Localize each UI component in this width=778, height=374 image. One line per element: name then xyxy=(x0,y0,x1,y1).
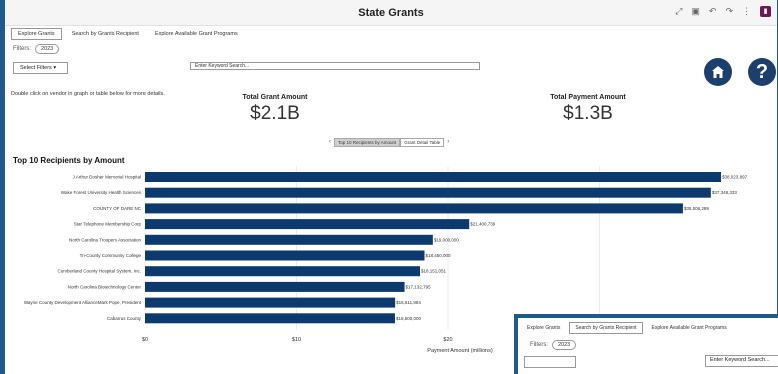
category-label: Wake Forest University Health Sciences xyxy=(61,190,142,195)
category-label: North Carolina Biotechnology Center xyxy=(68,284,142,289)
bar-value-label: $17,132,795 xyxy=(406,284,432,289)
overlay-year-pill[interactable]: 2023 xyxy=(552,340,577,350)
bar xyxy=(145,266,420,277)
bar xyxy=(145,234,433,245)
bar xyxy=(145,172,722,182)
category-label: Wayne County Development AllianceMark Po… xyxy=(24,300,142,305)
overlay-filters-row: Filters: 2023 xyxy=(530,340,577,350)
bar-value-label: $38,023,897 xyxy=(722,175,748,180)
x-axis-title: Payment Amount (millions) xyxy=(427,348,493,354)
overlay-tab-explore-programs[interactable]: Explore Available Grant Programs xyxy=(647,323,732,333)
overlay-tabs: Explore Grants Search by Grants Recipien… xyxy=(522,322,732,334)
bar-value-label: $35,506,289 xyxy=(684,206,710,211)
overlay-tab-explore-grants[interactable]: Explore Grants xyxy=(522,323,565,333)
bar xyxy=(145,281,405,292)
bar-value-label: $16,511,884 xyxy=(396,300,421,305)
x-tick-label: $20 xyxy=(443,337,452,343)
category-label: Cabarrus County xyxy=(107,316,142,321)
overlay-window: Explore Grants Search by Grants Recipien… xyxy=(514,314,778,374)
overlay-keyword-search-input[interactable]: Enter Keyword Search... xyxy=(705,355,778,367)
bar xyxy=(145,187,711,198)
category-label: COUNTY OF DARE NC xyxy=(93,206,142,211)
overlay-panel: Explore Grants Search by Grants Recipien… xyxy=(518,318,778,374)
overlay-tab-search-by-recipient[interactable]: Search by Grants Recipient xyxy=(569,322,643,334)
x-tick-label: $0 xyxy=(142,337,148,343)
category-label: Tri-County Community College xyxy=(80,253,142,258)
category-label: North Carolina Troopers Association xyxy=(69,237,142,242)
bar-value-label: $18,151,051 xyxy=(421,269,447,274)
bar xyxy=(145,297,396,308)
category-label: Cumberland County Hospital System, Inc. xyxy=(57,269,141,274)
bar-value-label: $18,450,000 xyxy=(426,253,452,258)
bar xyxy=(145,219,470,230)
bar-value-label: $16,500,000 xyxy=(396,316,422,321)
bar xyxy=(145,203,683,214)
category-label: Star Telephone Membership Corp xyxy=(74,222,142,227)
overlay-filters-label: Filters: xyxy=(530,342,548,348)
bar xyxy=(145,313,395,324)
x-tick-label: $10 xyxy=(292,337,301,343)
bar xyxy=(145,250,425,261)
bar-value-label: $37,348,333 xyxy=(712,190,738,195)
bar-value-label: $19,000,000 xyxy=(434,237,460,242)
overlay-select-filters-dropdown[interactable] xyxy=(524,356,576,368)
bar-value-label: $21,400,739 xyxy=(470,222,496,227)
category-label: J Arthur Dosher Memorial Hospital xyxy=(72,175,141,180)
